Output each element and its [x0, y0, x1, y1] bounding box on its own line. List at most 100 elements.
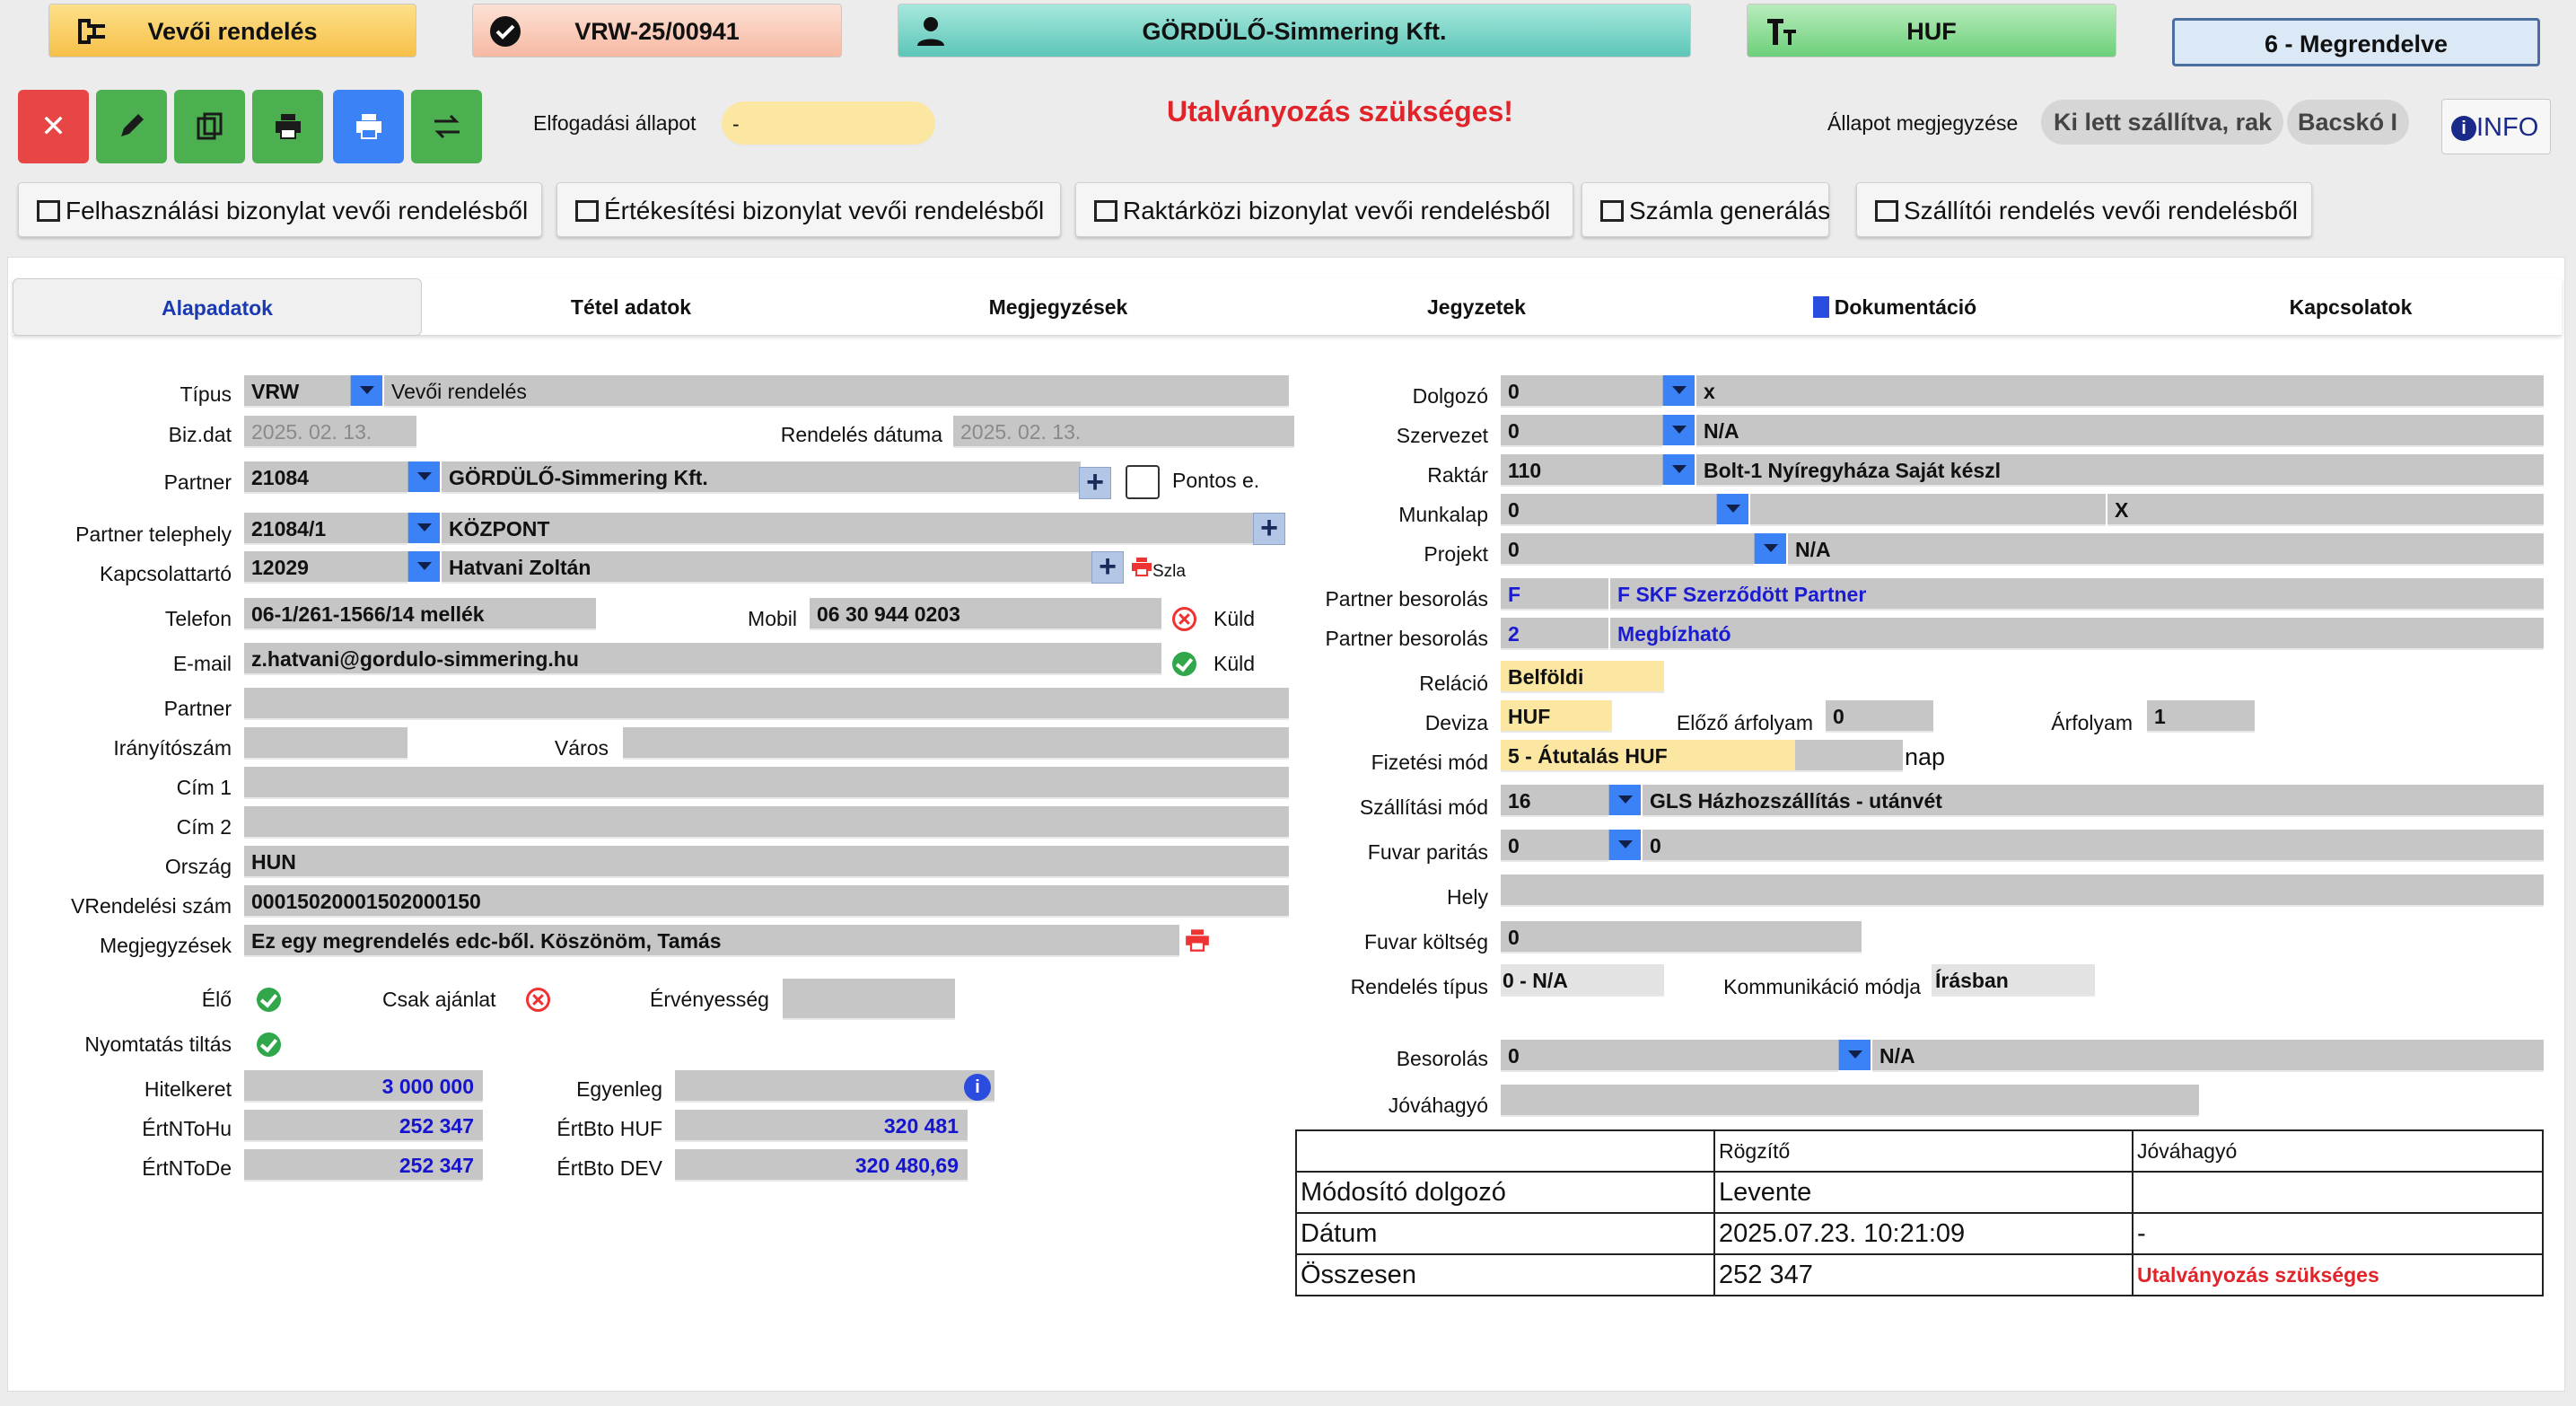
kapcs-dropdown[interactable]	[407, 551, 440, 582]
tab-megjegyzesek[interactable]: Megjegyzések	[840, 278, 1276, 336]
table-header-rogzito: Rögzítő	[1713, 1129, 2134, 1173]
fuvar-code-field[interactable]: 0	[1501, 830, 1608, 862]
varos-field[interactable]	[623, 727, 1289, 760]
usage-doc-button[interactable]: Felhasználási bizonylat vevői rendelésbő…	[18, 182, 542, 237]
mobil-field[interactable]: 06 30 944 0203	[810, 598, 1161, 630]
kapcs-code-field[interactable]: 12029	[244, 551, 407, 584]
tab-jegyzetek[interactable]: Jegyzetek	[1276, 278, 1677, 336]
email-field[interactable]: z.hatvani@gordulo-simmering.hu	[244, 643, 1161, 675]
warehouse-doc-button[interactable]: Raktárközi bizonylat vevői rendelésből	[1075, 182, 1573, 237]
partner-dropdown[interactable]	[407, 461, 440, 492]
status-note-chip[interactable]: Ki lett szállítva, rak	[2041, 100, 2283, 145]
hely-field[interactable]	[1501, 874, 2544, 907]
pb1-code-field[interactable]: F	[1501, 578, 1608, 611]
pb2-label: Partner besorolás	[1325, 627, 1488, 650]
raktar-dropdown[interactable]	[1662, 454, 1695, 485]
partner2-field[interactable]	[244, 688, 1289, 720]
szla-print-button[interactable]: Szla	[1131, 557, 1186, 582]
pontos-checkbox[interactable]	[1126, 465, 1160, 499]
plug-icon	[78, 19, 105, 44]
invoice-button[interactable]: Számla generálás	[1582, 182, 1830, 237]
tab-dokumentacio[interactable]: Dokumentáció	[1677, 278, 2113, 336]
dolgozo-label: Dolgozó	[1412, 384, 1488, 408]
tipus-code-field[interactable]: VRW	[244, 375, 350, 408]
elo-check-icon[interactable]	[257, 988, 281, 1012]
add-telephely-button[interactable]: +	[1253, 513, 1285, 545]
szervezet-code-field[interactable]: 0	[1501, 415, 1662, 447]
status-badge[interactable]: 6 - Megrendelve	[2172, 18, 2540, 66]
acceptance-field[interactable]: -	[722, 101, 935, 146]
swap-icon	[434, 114, 460, 139]
erv-field[interactable]	[783, 979, 955, 1020]
info-button[interactable]: i INFO	[2441, 99, 2551, 154]
munkalap-dropdown[interactable]	[1716, 494, 1748, 524]
doc-number-badge[interactable]: VRW-25/00941	[472, 4, 842, 57]
relacio-field[interactable]: Belföldi	[1501, 661, 1664, 693]
szervezet-dropdown[interactable]	[1662, 415, 1695, 445]
status-text: 6 - Megrendelve	[2264, 31, 2449, 57]
megj-field[interactable]: Ez egy megrendelés edc-ből. Köszönöm, Ta…	[244, 925, 1179, 957]
megj-print-icon[interactable]	[1185, 928, 1210, 952]
info-icon: i	[2451, 116, 2476, 141]
kuld-email-label[interactable]: Küld	[1214, 652, 1255, 676]
add-partner-button[interactable]: +	[1079, 467, 1111, 499]
besorolas-dropdown[interactable]	[1838, 1040, 1871, 1070]
kuld-mobil-label[interactable]: Küld	[1214, 607, 1255, 631]
fuvar-dropdown[interactable]	[1608, 830, 1641, 860]
document-icon	[1812, 296, 1829, 318]
telephely-dropdown[interactable]	[407, 513, 440, 543]
jovahagy-field[interactable]	[1501, 1085, 2199, 1117]
arfolyam-field[interactable]: 1	[2147, 700, 2255, 733]
cancel-button[interactable]: ✕	[18, 90, 89, 163]
orszag-field[interactable]: HUN	[244, 846, 1289, 878]
nyomt-check-icon[interactable]	[257, 1033, 281, 1057]
doc-type-badge[interactable]: Vevői rendelés	[48, 4, 416, 57]
tab-kapcsolatok[interactable]: Kapcsolatok	[2113, 278, 2576, 336]
cim1-field[interactable]	[244, 767, 1289, 799]
komm-field[interactable]: Írásban	[1932, 964, 2095, 997]
copy-button[interactable]	[174, 90, 245, 163]
add-kapcs-button[interactable]: +	[1091, 551, 1124, 584]
currency-badge[interactable]: HUF	[1747, 4, 2116, 57]
projekt-dropdown[interactable]	[1754, 533, 1786, 564]
munkalap-x-field: X	[2107, 494, 2544, 526]
partner-code-field[interactable]: 21084	[244, 461, 407, 494]
dolgozo-code-field[interactable]: 0	[1501, 375, 1662, 408]
arfolyam-label: Árfolyam	[2051, 711, 2133, 734]
transfer-button[interactable]	[411, 90, 482, 163]
pb2-code-field[interactable]: 2	[1501, 618, 1608, 650]
rendtip-field[interactable]: 0 - N/A	[1501, 964, 1664, 997]
projekt-code-field[interactable]: 0	[1501, 533, 1754, 566]
raktar-code-field[interactable]: 110	[1501, 454, 1662, 487]
egyenleg-info-icon[interactable]: i	[964, 1074, 991, 1101]
irsz-field[interactable]	[244, 727, 407, 760]
fuvark-field[interactable]: 0	[1501, 921, 1862, 953]
tab-alapadatok[interactable]: Alapadatok	[13, 278, 422, 336]
szallmod-code-field[interactable]: 16	[1501, 785, 1608, 817]
bizdat-field[interactable]: 2025. 02. 13.	[244, 416, 416, 448]
cim2-field[interactable]	[244, 806, 1289, 839]
supplier-order-button[interactable]: Szállítói rendelés vevői rendelésből	[1856, 182, 2312, 237]
munkalap-code-field[interactable]: 0	[1501, 494, 1716, 526]
tipus-dropdown[interactable]	[350, 375, 382, 406]
print-alt-button[interactable]	[333, 90, 404, 163]
telephely-code-field[interactable]: 21084/1	[244, 513, 407, 545]
partner-badge[interactable]: GÖRDÜLŐ-Simmering Kft.	[898, 4, 1691, 57]
print-button[interactable]	[252, 90, 323, 163]
sales-doc-button[interactable]: Értékesítési bizonylat vevői rendelésből	[556, 182, 1061, 237]
dolgozo-dropdown[interactable]	[1662, 375, 1695, 406]
rend-datum-field[interactable]: 2025. 02. 13.	[953, 416, 1294, 448]
tab-tetel-adatok[interactable]: Tétel adatok	[422, 278, 840, 336]
fizmod-field[interactable]: 5 - Átutalás HUF	[1501, 740, 1795, 772]
deviza-field[interactable]: HUF	[1501, 700, 1612, 733]
telephely-name-field: KÖZPONT	[442, 513, 1253, 545]
csak-x-icon[interactable]	[526, 988, 550, 1012]
besorolas-code-field[interactable]: 0	[1501, 1040, 1838, 1072]
nap-field[interactable]	[1795, 740, 1903, 772]
szallmod-dropdown[interactable]	[1608, 785, 1641, 815]
telefon-field[interactable]: 06-1/261-1566/14 mellék	[244, 598, 596, 630]
vrend-field[interactable]: 00015020001502000150	[244, 885, 1289, 918]
status-note-chip-2[interactable]: Bacskó I	[2287, 100, 2409, 145]
edit-button[interactable]	[96, 90, 167, 163]
telephely-label: Partner telephely	[75, 523, 232, 546]
